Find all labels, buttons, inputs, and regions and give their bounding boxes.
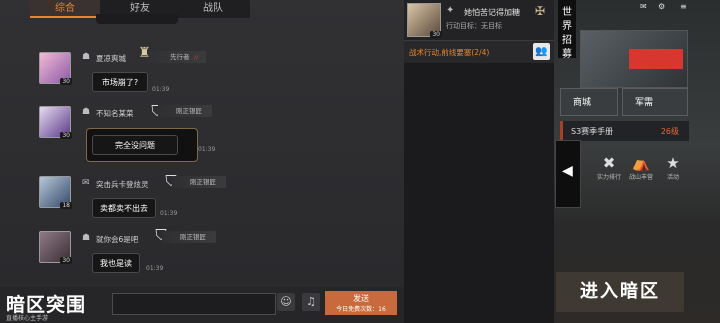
avatar[interactable]: 30 bbox=[39, 231, 72, 264]
banner-red-block bbox=[629, 49, 683, 69]
trophy-icon: ♜ bbox=[138, 45, 151, 61]
message-time: 01:39 bbox=[160, 210, 178, 217]
shop-label: 商城 bbox=[573, 98, 592, 108]
voice-icon[interactable]: ♫ bbox=[302, 293, 320, 311]
title-badge: ♜ 先行者 // bbox=[136, 46, 206, 63]
ranking-label: 实力排行 bbox=[596, 174, 621, 181]
rank-stripes-icon: // bbox=[194, 53, 199, 61]
player-name[interactable]: 突击兵卡登炫灵 bbox=[96, 179, 149, 190]
player-name[interactable]: 就你会6是吧 bbox=[96, 234, 138, 245]
supplies-label: 军需 bbox=[635, 98, 654, 108]
team-leader-avatar[interactable]: 30 bbox=[407, 3, 442, 38]
message-time: 01:39 bbox=[152, 86, 170, 93]
invite-member-icon[interactable]: 👥 bbox=[533, 43, 550, 60]
message-bubble[interactable]: 完全没问题 bbox=[92, 135, 178, 155]
season-pass[interactable]: S3赛季手册 26级 bbox=[560, 121, 689, 141]
message-bubble[interactable]: 市场崩了? bbox=[92, 72, 148, 92]
camp-icon[interactable]: ⛺ 战山丰营 bbox=[626, 152, 656, 182]
menu-icon[interactable]: ≡ bbox=[680, 2, 687, 11]
title-badge: 刚正银匠 bbox=[172, 176, 226, 188]
season-label: S3赛季手册 bbox=[571, 127, 614, 136]
chat-input[interactable] bbox=[112, 293, 276, 315]
event-label: 活动 bbox=[666, 174, 679, 181]
avatar[interactable]: 30 bbox=[39, 52, 72, 85]
team-leader-name[interactable]: 她怕苦记得加糖 bbox=[464, 7, 520, 18]
level-badge: 30 bbox=[60, 132, 72, 139]
world-recruit-label: 世界招募 bbox=[562, 7, 572, 60]
message-time: 01:39 bbox=[198, 146, 216, 153]
rank-icon: ☗ bbox=[82, 233, 91, 243]
rank-icon: ✦ bbox=[446, 5, 455, 16]
mail-icon[interactable]: ✉ bbox=[640, 2, 647, 11]
avatar[interactable]: 30 bbox=[39, 106, 72, 139]
emoji-icon[interactable]: ☺ bbox=[277, 293, 295, 311]
badge-label: 刚正银匠 bbox=[176, 107, 202, 115]
player-name[interactable]: 不知名某菜 bbox=[96, 108, 134, 119]
event-banner[interactable] bbox=[580, 30, 688, 88]
message-bubble[interactable]: 卖都卖不出去 bbox=[92, 198, 156, 218]
badge-label: 刚正银匠 bbox=[180, 233, 206, 241]
send-free-count: 今日免费次数：16 bbox=[336, 306, 386, 313]
level-badge: 30 bbox=[430, 31, 442, 38]
scrolled-message-bubble bbox=[96, 14, 178, 24]
badge-label: 先行者 bbox=[170, 53, 190, 61]
send-button[interactable]: 发送 今日免费次数：16 bbox=[325, 291, 397, 315]
status-bar bbox=[580, 0, 720, 8]
chat-panel bbox=[0, 0, 404, 323]
message-bubble[interactable]: 我也是读 bbox=[92, 253, 140, 273]
game-logo-subtitle: 直播核心主手游 bbox=[6, 315, 49, 322]
mission-row[interactable]: 战术行动,前线要塞(2/4) 👥 bbox=[404, 40, 554, 63]
mission-label: 战术行动,前线要塞(2/4) bbox=[409, 48, 490, 57]
chevron-left-icon: ◀ bbox=[562, 163, 573, 179]
player-name[interactable]: 夏凉爽城 bbox=[96, 53, 126, 64]
rank-emblem-icon: ✠ bbox=[535, 4, 546, 18]
supplies-button[interactable]: 军需 bbox=[622, 88, 688, 116]
avatar[interactable]: 18 bbox=[39, 176, 72, 209]
level-badge: 30 bbox=[60, 257, 72, 264]
rank-icon: ✉ bbox=[82, 178, 90, 188]
badge-label: 刚正银匠 bbox=[190, 178, 216, 186]
send-label: 发送 bbox=[353, 294, 369, 303]
message-time: 01:39 bbox=[146, 265, 164, 272]
camp-label: 战山丰营 bbox=[628, 174, 653, 181]
enter-darkzone-button[interactable]: 进入暗区 bbox=[556, 272, 684, 312]
event-icon[interactable]: ★ 活动 bbox=[658, 152, 688, 182]
ranking-icon[interactable]: ✖ 实力排行 bbox=[594, 152, 624, 182]
rank-icon: ☗ bbox=[82, 52, 91, 62]
rank-icon: ☗ bbox=[82, 107, 91, 117]
level-badge: 18 bbox=[60, 202, 72, 209]
title-badge: 刚正银匠 bbox=[162, 231, 216, 243]
collapse-panel-button[interactable]: ◀ bbox=[555, 140, 581, 208]
season-level: 26级 bbox=[660, 127, 679, 136]
tab-squad[interactable]: 战队 bbox=[178, 0, 248, 18]
tab-general[interactable]: 综合 bbox=[30, 0, 100, 18]
gear-icon[interactable]: ⚙ bbox=[658, 2, 665, 11]
world-recruit-tab[interactable]: 世界招募 bbox=[558, 0, 576, 60]
title-badge: 刚正银匠 bbox=[158, 105, 212, 117]
team-goal: 行动目标：无目标 bbox=[446, 22, 502, 30]
shop-button[interactable]: 商城 bbox=[560, 88, 618, 116]
level-badge: 30 bbox=[60, 78, 72, 85]
